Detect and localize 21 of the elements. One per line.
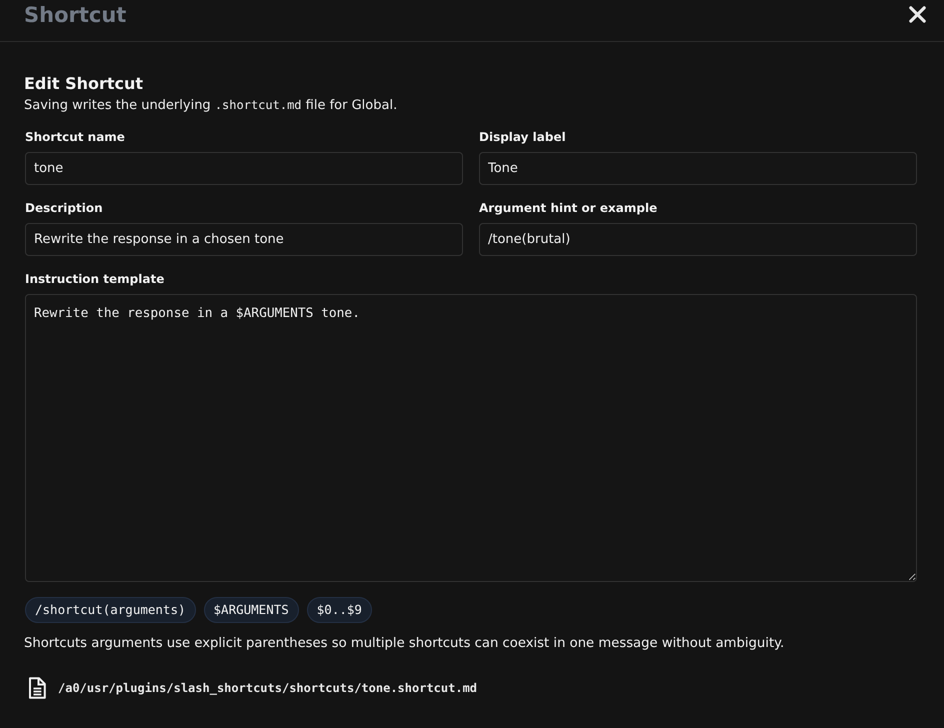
text-field[interactable]: tone [25,152,463,185]
field-label: Description [25,200,104,216]
document-icon [28,677,46,699]
close-icon [909,6,926,22]
syntax-chip: $ARGUMENTS [204,597,299,623]
text-field[interactable]: /tone(brutal) [479,223,917,256]
file-path: /a0/usr/plugins/slash_shortcuts/shortcuts/tone.shortcut.md [58,681,478,695]
syntax-chip: $0..$9 [306,597,372,623]
syntax-chip: /shortcut(arguments) [25,597,196,623]
field-label: Argument hint or example [479,200,658,216]
help-text: Shortcuts arguments use explicit parentheses so multiple shortcuts can coexist in one message without ambiguity. [24,635,786,653]
subtitle-text: Saving writes the underlying .shortcut.md file for Global. [24,97,398,115]
template-textarea[interactable]: Rewrite the response in a $ARGUMENTS tone. [25,294,917,582]
field-label: Instruction template [25,271,166,287]
close-button[interactable] [909,6,926,22]
section-heading: Edit Shortcut [24,74,144,94]
text-field[interactable]: Tone [479,152,917,185]
field-label: Shortcut name [25,129,126,145]
dialog-title: Shortcut [24,2,126,26]
text-field[interactable]: Rewrite the response in a chosen tone [25,223,463,256]
field-label: Display label [479,129,567,145]
